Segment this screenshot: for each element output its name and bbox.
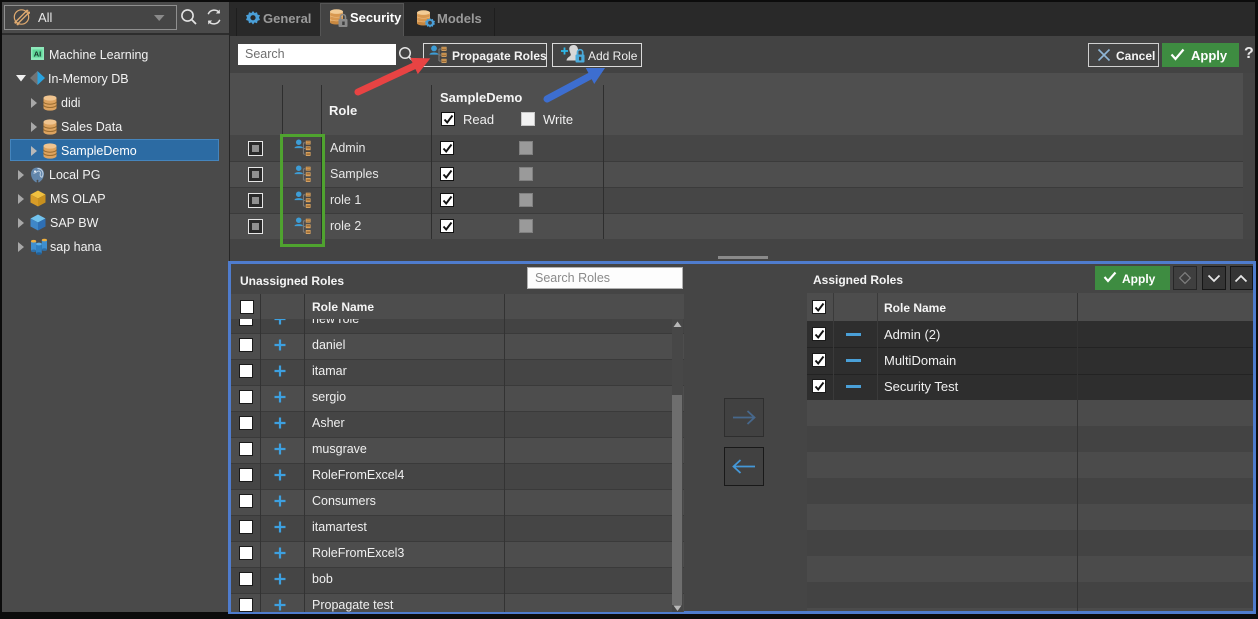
svg-text:AI: AI bbox=[34, 50, 42, 59]
